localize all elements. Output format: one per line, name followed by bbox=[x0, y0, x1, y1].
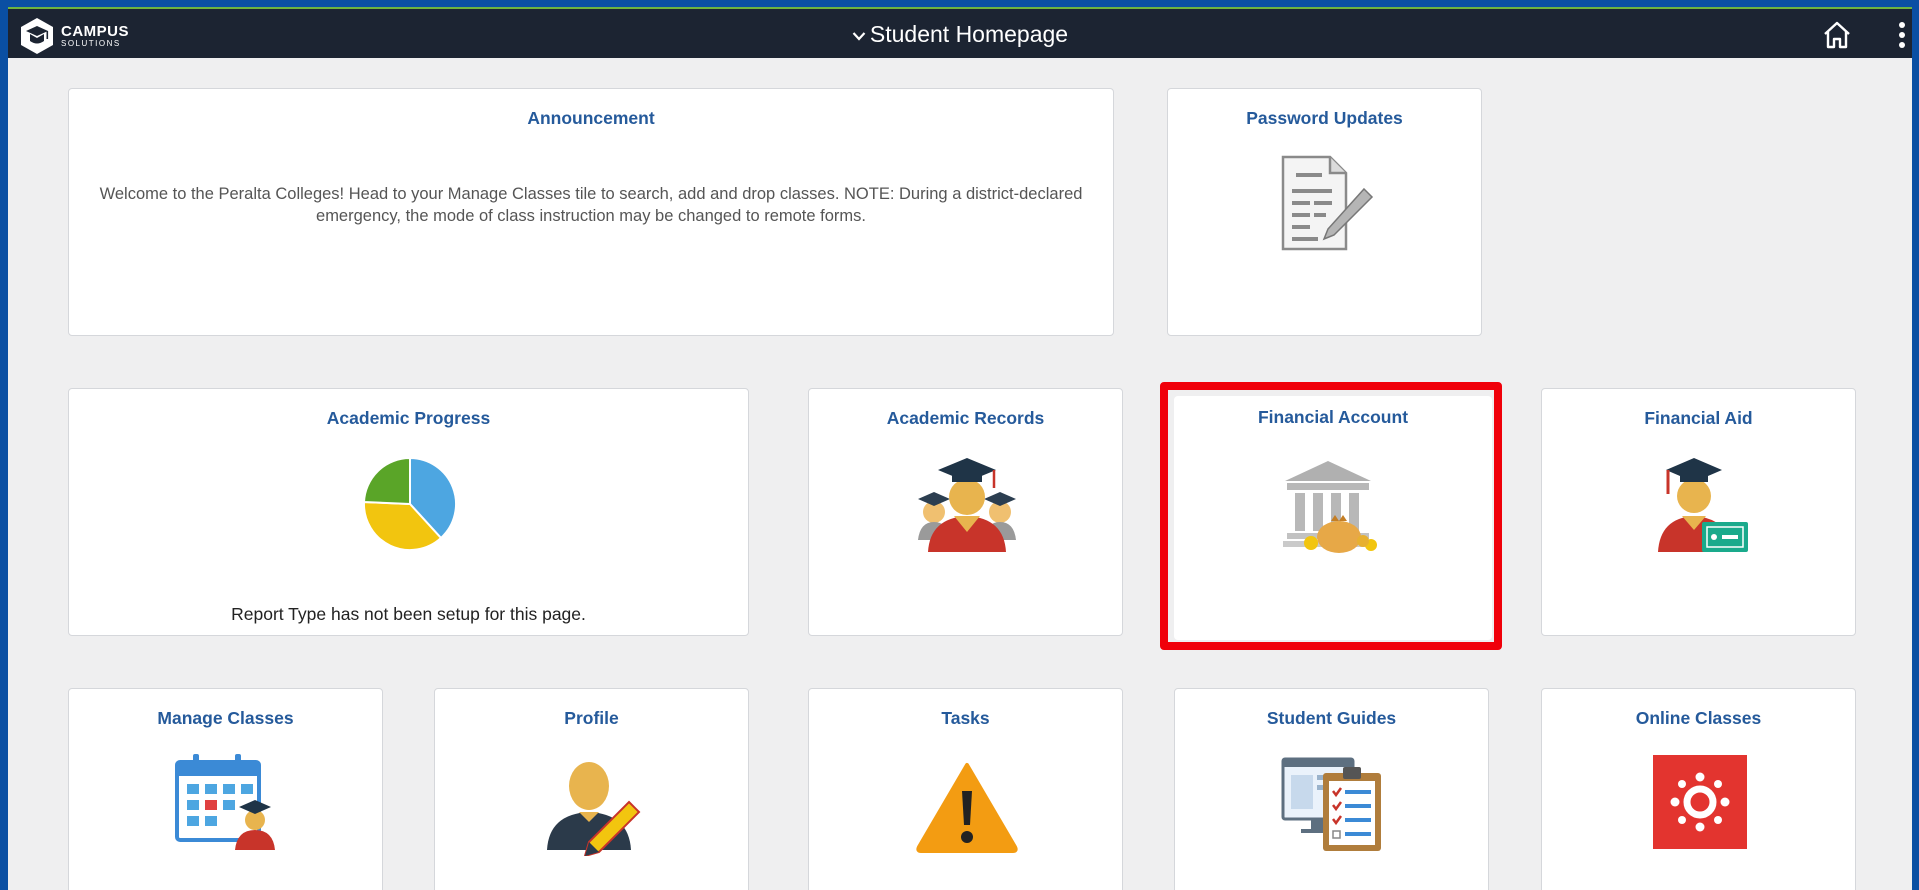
tile-title: Online Classes bbox=[1635, 708, 1762, 728]
report-message: Report Type has not been setup for this … bbox=[231, 604, 586, 624]
graduates-icon bbox=[918, 458, 1016, 552]
page-title-text: Student Homepage bbox=[869, 21, 1069, 47]
tile-manage-classes[interactable]: Manage Classes bbox=[68, 688, 383, 890]
document-pencil-icon bbox=[1281, 155, 1374, 251]
tile-profile[interactable]: Profile bbox=[434, 688, 749, 890]
monitor-checklist-icon bbox=[1281, 757, 1381, 851]
tile-academic-progress[interactable]: Academic Progress Report Type has not be… bbox=[68, 388, 749, 636]
tile-title: Password Updates bbox=[1246, 108, 1403, 128]
home-icon[interactable] bbox=[1821, 20, 1853, 50]
pie-chart-icon bbox=[362, 456, 458, 552]
tile-title: Profile bbox=[564, 708, 619, 728]
tile-title: Financial Aid bbox=[1644, 408, 1753, 428]
warning-icon bbox=[916, 763, 1018, 853]
graduate-cash-icon bbox=[1658, 458, 1748, 552]
tile-title: Financial Account bbox=[1257, 407, 1409, 427]
app-frame: CAMPUS SOLUTIONS Student Homepage Announ… bbox=[8, 7, 1912, 890]
tile-financial-aid[interactable]: Financial Aid bbox=[1541, 388, 1856, 636]
person-pencil-icon bbox=[547, 762, 641, 856]
announcement-text: Welcome to the Peralta Colleges! Head to… bbox=[99, 185, 1083, 225]
tile-student-guides[interactable]: Student Guides bbox=[1174, 688, 1489, 890]
bank-money-icon bbox=[1283, 461, 1377, 553]
tile-title: Manage Classes bbox=[157, 708, 294, 728]
tile-title: Tasks bbox=[941, 708, 990, 728]
calendar-graduate-icon bbox=[175, 754, 275, 850]
tile-password-updates[interactable]: Password Updates bbox=[1167, 88, 1482, 336]
tile-financial-account[interactable]: Financial Account bbox=[1174, 396, 1492, 640]
chevron-down-icon bbox=[852, 32, 866, 41]
top-navigation-bar: CAMPUS SOLUTIONS Student Homepage bbox=[8, 7, 1912, 58]
tile-announcement[interactable]: Announcement Welcome to the Peralta Coll… bbox=[68, 88, 1114, 336]
tile-title: Academic Records bbox=[886, 408, 1045, 428]
tile-online-classes[interactable]: Online Classes bbox=[1541, 688, 1856, 890]
tile-title: Academic Progress bbox=[326, 408, 491, 428]
tile-title: Announcement bbox=[527, 108, 655, 128]
more-options-icon[interactable] bbox=[1896, 20, 1908, 50]
canvas-logo-icon bbox=[1653, 755, 1747, 849]
tile-tasks[interactable]: Tasks bbox=[808, 688, 1123, 890]
page-title-dropdown[interactable]: Student Homepage bbox=[8, 21, 1912, 48]
tile-title: Student Guides bbox=[1266, 708, 1397, 728]
tile-academic-records[interactable]: Academic Records bbox=[808, 388, 1123, 636]
